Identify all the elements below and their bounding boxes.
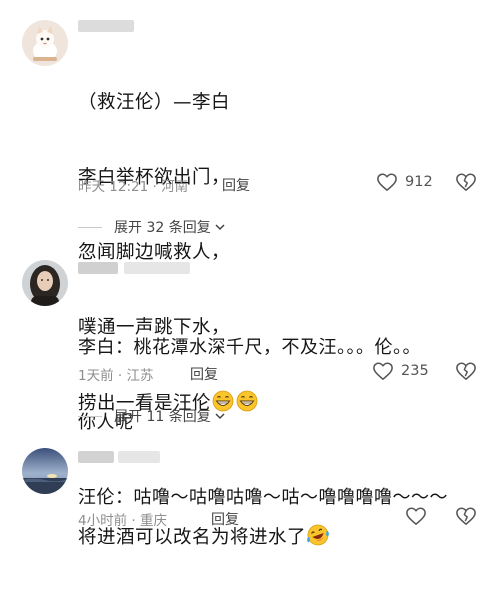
avatar-cat-image bbox=[22, 20, 68, 66]
comment-line: （救汪伦）—李白 bbox=[78, 92, 231, 113]
like-button[interactable]: 912 bbox=[376, 172, 433, 192]
username[interactable] bbox=[78, 20, 134, 32]
heart-outline-icon bbox=[406, 507, 426, 525]
dislike-button[interactable] bbox=[455, 361, 477, 385]
divider-line bbox=[78, 226, 102, 228]
divider-line bbox=[78, 415, 102, 417]
chevron-down-icon bbox=[215, 224, 225, 231]
username-extra bbox=[118, 451, 160, 463]
like-button[interactable]: 235 bbox=[372, 361, 429, 381]
reply-button[interactable]: 回复 bbox=[190, 364, 218, 384]
avatar-landscape-image bbox=[22, 448, 68, 494]
chevron-down-icon bbox=[215, 413, 225, 420]
like-button[interactable] bbox=[405, 506, 427, 526]
avatar[interactable] bbox=[22, 260, 68, 306]
heart-outline-icon bbox=[377, 173, 397, 191]
username-extra bbox=[124, 262, 190, 274]
broken-heart-icon bbox=[456, 507, 476, 525]
avatar-portrait-image bbox=[22, 260, 68, 306]
username[interactable] bbox=[78, 262, 118, 274]
reply-button[interactable]: 回复 bbox=[211, 509, 239, 529]
comment-line: 李白：桃花潭水深千尺，不及汪。。。伦。。 bbox=[78, 337, 421, 358]
username[interactable] bbox=[78, 451, 114, 463]
expand-replies-label: 展开 11 条回复 bbox=[114, 409, 211, 425]
comment-time-location: 1天前 · 江苏 bbox=[78, 368, 154, 384]
heart-outline-icon bbox=[373, 362, 393, 380]
like-count: 235 bbox=[401, 363, 429, 379]
comment-text: 将进酒可以改名为将进水了 bbox=[78, 474, 330, 603]
expand-replies-label: 展开 32 条回复 bbox=[114, 220, 211, 236]
avatar[interactable] bbox=[22, 20, 68, 66]
like-count: 912 bbox=[405, 174, 433, 190]
comment-time-location: 昨天 12:21 · 河南 bbox=[78, 179, 189, 195]
comment-line-text: 将进酒可以改名为将进水了 bbox=[78, 527, 307, 548]
comment-time-location: 4小时前 · 重庆 bbox=[78, 513, 167, 529]
dislike-button[interactable] bbox=[455, 172, 477, 196]
dislike-button[interactable] bbox=[455, 506, 477, 530]
expand-replies-button[interactable]: 展开 32 条回复 bbox=[78, 217, 226, 237]
avatar[interactable] bbox=[22, 448, 68, 494]
broken-heart-icon bbox=[456, 173, 476, 191]
laughing-tears-emoji bbox=[306, 524, 330, 553]
broken-heart-icon bbox=[456, 362, 476, 380]
expand-replies-button[interactable]: 展开 11 条回复 bbox=[78, 406, 226, 426]
reply-button[interactable]: 回复 bbox=[222, 175, 250, 195]
